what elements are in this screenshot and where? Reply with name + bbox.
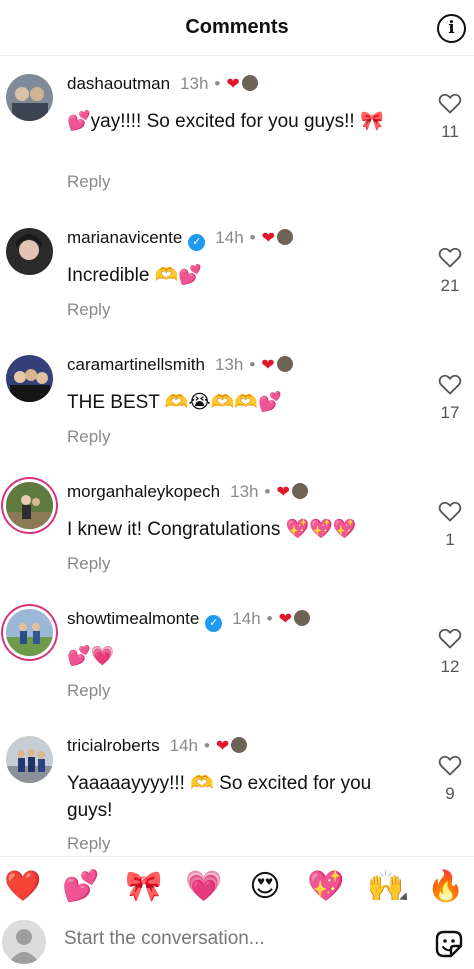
separator-dot: •: [249, 228, 256, 247]
avatar-with-story-ring[interactable]: [6, 609, 53, 656]
comment-input[interactable]: [64, 928, 394, 950]
comment-text: 💕yay!!!! So excited for you guys!! 🎀: [67, 111, 384, 132]
username[interactable]: tricialroberts: [67, 736, 160, 755]
verified-badge-icon: ✓: [205, 615, 223, 632]
current-user-avatar: [2, 920, 46, 964]
separator-dot: •: [266, 609, 273, 628]
heart-outline-icon[interactable]: [438, 246, 462, 268]
comment-header: tricialroberts 14h • ❤: [67, 736, 248, 756]
creator-avatar: [241, 75, 258, 91]
creator-avatar: [277, 229, 294, 245]
comment-text: Yaaaaayyyy!!! 🫶 So excited for you guys!: [67, 773, 372, 821]
reply-button[interactable]: Reply: [67, 834, 110, 854]
comment-header: marianavicente ✓ 14h • ❤: [67, 228, 294, 251]
comment-header: caramartinellsmith 13h • ❤: [67, 355, 293, 375]
separator-dot: •: [214, 74, 221, 93]
username[interactable]: caramartinellsmith: [67, 355, 205, 374]
separator-dot: •: [249, 355, 256, 374]
comment-header: showtimealmonte ✓ 14h • ❤: [67, 609, 311, 632]
comment-text: THE BEST 🫶😭🫶🫶💕: [67, 392, 282, 413]
avatar[interactable]: [6, 355, 53, 402]
comments-header: Comments i: [0, 0, 474, 56]
verified-badge-icon: ✓: [188, 234, 206, 251]
like-count: 12: [440, 657, 460, 676]
reaction-red-heart[interactable]: ❤️: [3, 869, 43, 905]
username[interactable]: morganhaleykopech: [67, 482, 220, 501]
reaction-heart-eyes[interactable]: 😍: [245, 869, 285, 905]
username[interactable]: showtimealmonte: [67, 609, 199, 628]
reply-button[interactable]: Reply: [67, 681, 110, 701]
timestamp: 13h: [214, 355, 244, 374]
timestamp: 14h: [215, 228, 244, 247]
creator-liked-heart-icon: ❤: [276, 484, 290, 501]
info-circle-icon[interactable]: i: [437, 14, 466, 43]
creator-avatar: [291, 483, 308, 499]
timestamp: 14h: [169, 736, 198, 755]
timestamp: 13h: [230, 482, 259, 501]
like-count: 11: [441, 122, 459, 141]
username[interactable]: dashaoutman: [67, 74, 170, 93]
creator-avatar: [276, 356, 293, 372]
comment-text: Incredible 🫶💕: [67, 265, 202, 286]
avatar[interactable]: [6, 228, 53, 275]
timestamp: 14h: [232, 609, 261, 628]
avatar-with-story-ring[interactable]: [6, 482, 53, 529]
reply-button[interactable]: Reply: [67, 300, 110, 320]
reply-button[interactable]: Reply: [67, 172, 110, 192]
reply-button[interactable]: Reply: [67, 427, 110, 447]
comment-header: morganhaleykopech 13h • ❤: [67, 482, 308, 502]
reaction-fire[interactable]: 🔥: [426, 869, 466, 905]
like-count: 17: [440, 403, 460, 422]
timestamp: 13h: [180, 74, 209, 93]
creator-liked-heart-icon: ❤: [215, 738, 230, 755]
reaction-growing-heart[interactable]: 💗: [184, 869, 224, 905]
avatar[interactable]: [6, 74, 53, 121]
avatar[interactable]: [6, 736, 53, 783]
comment-text: 💕💗: [67, 646, 115, 667]
comment-text: I knew it! Congratulations 💖💖💖: [67, 519, 357, 540]
creator-liked-heart-icon: ❤: [261, 230, 276, 247]
comment-header: dashaoutman 13h • ❤: [67, 74, 258, 94]
reaction-sparkling-heart[interactable]: 💖: [306, 869, 346, 905]
quick-reaction-bar: ❤️ 💕 🎀 💗 😍 💖 🙌 🔥: [0, 856, 474, 916]
creator-liked-heart-icon: ❤: [226, 76, 240, 93]
like-count: 9: [445, 784, 455, 803]
heart-outline-icon[interactable]: [438, 373, 462, 395]
creator-liked-heart-icon: ❤: [261, 357, 275, 374]
heart-outline-icon[interactable]: [438, 500, 462, 522]
reply-button[interactable]: Reply: [67, 554, 110, 574]
separator-dot: •: [203, 736, 210, 755]
like-count: 21: [440, 276, 460, 295]
comment-composer: [0, 916, 474, 969]
sticker-icon[interactable]: [434, 929, 464, 959]
reaction-two-hearts[interactable]: 💕: [61, 869, 101, 905]
creator-avatar: [294, 610, 311, 626]
separator-dot: •: [264, 482, 271, 501]
creator-avatar: [231, 737, 248, 753]
page-title: Comments: [185, 16, 289, 38]
creator-liked-heart-icon: ❤: [278, 611, 293, 628]
heart-outline-icon[interactable]: [438, 92, 462, 114]
username[interactable]: marianavicente: [67, 228, 182, 247]
reaction-ribbon[interactable]: 🎀: [124, 869, 164, 905]
like-count: 1: [445, 530, 455, 549]
heart-outline-icon[interactable]: [438, 627, 462, 649]
heart-outline-icon[interactable]: [438, 754, 462, 776]
